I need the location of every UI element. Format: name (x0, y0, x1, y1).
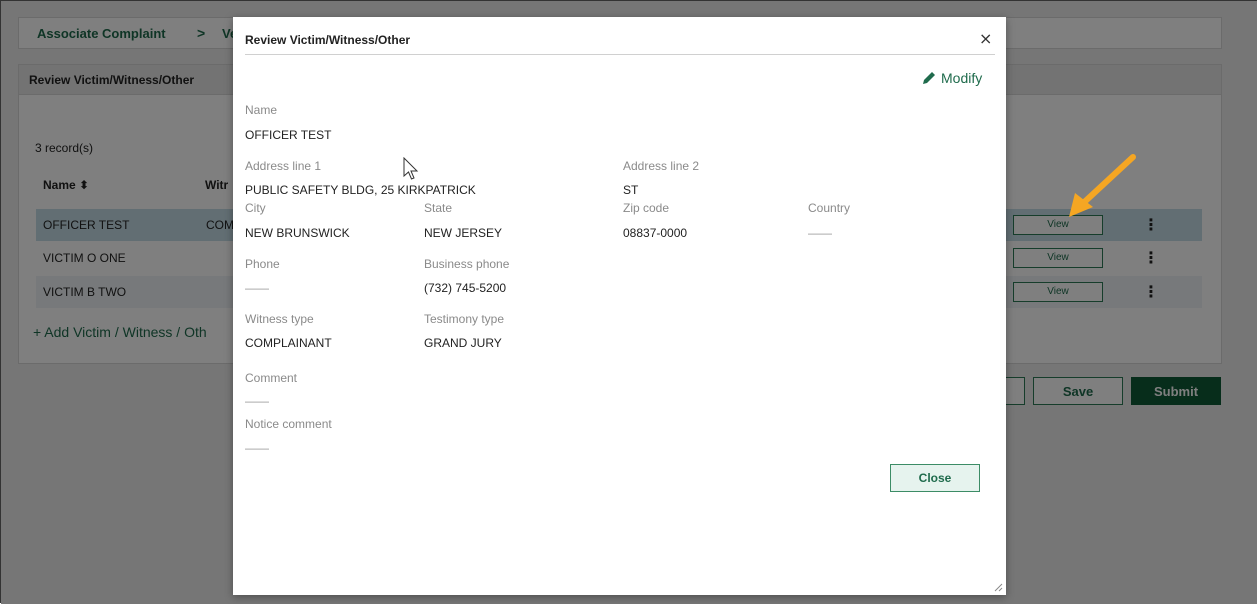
mouse-cursor-icon (403, 157, 419, 180)
country-label: Country (808, 201, 851, 215)
witness-type-value: COMPLAINANT (245, 336, 332, 350)
resize-handle-icon[interactable] (993, 582, 1003, 592)
comment-label: Comment (245, 371, 298, 385)
close-icon[interactable]: × (979, 29, 992, 48)
pencil-icon (923, 72, 935, 84)
notice-comment-value: —— (245, 441, 269, 455)
name-value: OFFICER TEST (245, 128, 332, 142)
state-label: State (424, 201, 453, 215)
city-label: City (245, 201, 266, 215)
address1-value: PUBLIC SAFETY BLDG, 25 KIRKPATRICK (245, 183, 476, 197)
modal-divider (245, 54, 995, 55)
address2-value: ST (623, 183, 639, 197)
address1-label: Address line 1 (245, 159, 322, 173)
modal-title: Review Victim/Witness/Other (245, 33, 411, 47)
screen-frame: Associate Complaint > Veri Review Victim… (0, 0, 1257, 604)
testimony-type-label: Testimony type (424, 312, 505, 326)
review-modal: Review Victim/Witness/Other × Modify Nam… (233, 17, 1006, 595)
name-label: Name (245, 103, 278, 117)
close-button[interactable]: Close (890, 464, 980, 492)
city-value: NEW BRUNSWICK (245, 226, 350, 240)
witness-type-label: Witness type (245, 312, 314, 326)
notice-comment-label: Notice comment (245, 417, 332, 431)
phone-label: Phone (245, 257, 280, 271)
comment-value: —— (245, 394, 269, 408)
annotation-arrow-icon (1069, 154, 1136, 217)
phone-value: —— (245, 281, 269, 295)
modify-label: Modify (941, 70, 983, 86)
zip-label: Zip code (623, 201, 670, 215)
testimony-type-value: GRAND JURY (424, 336, 502, 350)
address2-label: Address line 2 (623, 159, 700, 173)
state-value: NEW JERSEY (424, 226, 503, 240)
business-phone-label: Business phone (424, 257, 510, 271)
business-phone-value: (732) 745-5200 (424, 281, 507, 295)
country-value: —— (808, 226, 832, 240)
modify-button[interactable]: Modify (921, 70, 982, 86)
zip-value: 08837-0000 (623, 226, 688, 240)
